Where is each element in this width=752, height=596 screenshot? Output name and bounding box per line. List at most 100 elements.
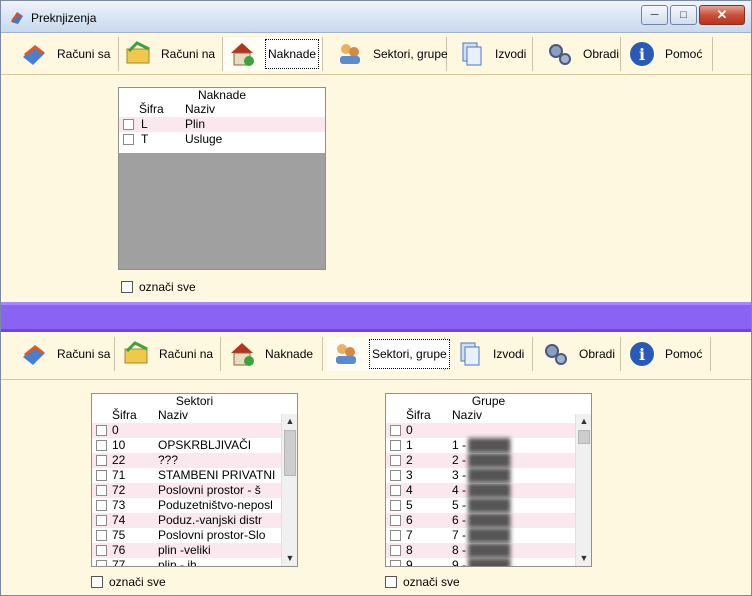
table-row[interactable]: 75 Poslovni prostor-Slo xyxy=(92,528,297,543)
toolbar-top-izvodi[interactable]: Izvodi xyxy=(453,37,533,71)
row-checkbox[interactable] xyxy=(96,560,107,566)
row-checkbox[interactable] xyxy=(390,530,401,541)
toolbar-bottom-obradi[interactable]: Obradi xyxy=(537,337,621,371)
select-all-checkbox[interactable] xyxy=(91,576,103,588)
row-checkbox[interactable] xyxy=(390,470,401,481)
title-bar[interactable]: Preknjizenja ─ □ ✕ xyxy=(1,1,751,33)
table-row[interactable]: 88 - █████ xyxy=(386,543,591,558)
row-checkbox[interactable] xyxy=(390,515,401,526)
table-row[interactable]: 22??? xyxy=(92,453,297,468)
cell-sifra: 2 xyxy=(406,453,413,467)
table-row[interactable]: 10 OPSKRBLJIVAČI xyxy=(92,438,297,453)
naknade-grid[interactable]: Naknade Šifra Naziv L Plin T Usluge xyxy=(118,87,326,270)
svg-text:i: i xyxy=(639,345,645,364)
table-row[interactable]: 71 STAMBENI PRIVATNI xyxy=(92,468,297,483)
row-checkbox[interactable] xyxy=(96,500,107,511)
select-all-checkbox[interactable] xyxy=(121,281,133,293)
house-fees-icon xyxy=(231,343,254,366)
redacted-text: █████ xyxy=(468,558,511,567)
cell-naziv: Poduz.-vanjski distr xyxy=(158,513,263,527)
cell-sifra: 3 xyxy=(406,468,413,482)
naknade-select-all[interactable]: označi sve xyxy=(121,280,196,294)
scroll-down-icon[interactable]: ▼ xyxy=(576,551,591,566)
row-checkbox[interactable] xyxy=(123,134,134,145)
toolbar-label: Sektori, grupe xyxy=(369,339,450,369)
table-row[interactable]: 72 Poslovni prostor - š xyxy=(92,483,297,498)
scroll-up-icon[interactable]: ▲ xyxy=(282,414,297,429)
toolbar-bottom-naknade[interactable]: Naknade xyxy=(223,337,323,371)
row-checkbox[interactable] xyxy=(96,485,107,496)
table-row[interactable]: 11 - █████ xyxy=(386,438,591,453)
table-row[interactable]: 44 - █████ xyxy=(386,483,591,498)
table-row[interactable]: 22 - █████ xyxy=(386,453,591,468)
row-checkbox[interactable] xyxy=(96,545,107,556)
table-row[interactable]: T Usluge xyxy=(119,132,325,147)
table-row[interactable]: 74 Poduz.-vanjski distr xyxy=(92,513,297,528)
maximize-button[interactable]: □ xyxy=(670,5,697,25)
scroll-thumb[interactable] xyxy=(284,430,296,476)
row-checkbox[interactable] xyxy=(123,119,134,130)
table-row[interactable]: 76 plin -veliki xyxy=(92,543,297,558)
grupe-grid[interactable]: Grupe Šifra Naziv 011 - █████ 2 2 - █████ 3 3 … xyxy=(385,393,592,567)
cell-sifra: 5 xyxy=(406,498,413,512)
toolbar-top-obradi[interactable]: Obradi xyxy=(541,37,621,71)
grupe-select-all[interactable]: označi sve xyxy=(385,575,460,589)
cell-sifra: 7 xyxy=(406,528,413,542)
row-checkbox[interactable] xyxy=(96,440,107,451)
select-all-checkbox[interactable] xyxy=(385,576,397,588)
scroll-down-icon[interactable]: ▼ xyxy=(282,551,297,566)
row-checkbox[interactable] xyxy=(96,470,107,481)
table-row[interactable]: 33 - █████ xyxy=(386,468,591,483)
table-row[interactable]: 55 - █████ xyxy=(386,498,591,513)
vertical-scrollbar[interactable]: ▲ ▼ xyxy=(575,414,591,566)
table-row[interactable]: 0 xyxy=(92,423,297,438)
row-checkbox[interactable] xyxy=(390,500,401,511)
redacted-text: █████ xyxy=(468,483,511,497)
cell-naziv: Poslovni prostor - š xyxy=(158,483,261,497)
table-row[interactable]: 99 - █████ xyxy=(386,558,591,567)
table-row[interactable]: 73 Poduzetništvo-neposl xyxy=(92,498,297,513)
table-row[interactable]: 66 - █████ xyxy=(386,513,591,528)
row-checkbox[interactable] xyxy=(96,515,107,526)
minimize-button[interactable]: ─ xyxy=(641,5,668,25)
table-row[interactable]: 0 xyxy=(386,423,591,438)
toolbar-top-sektori-grupe[interactable]: Sektori, grupe xyxy=(331,37,448,71)
row-checkbox[interactable] xyxy=(390,425,401,436)
toolbar-label: Obradi xyxy=(583,47,620,61)
row-checkbox[interactable] xyxy=(390,545,401,556)
sektori-select-all[interactable]: označi sve xyxy=(91,575,166,589)
toolbar-top-pomoc[interactable]: i Pomoć xyxy=(623,37,713,71)
toolbar-top-racuni-na[interactable]: Računi na xyxy=(119,37,223,71)
toolbar-top-naknade[interactable]: Naknade xyxy=(223,37,323,71)
toolbar-bottom-racuni-na[interactable]: Računi na xyxy=(117,337,221,371)
cell-naziv: plin -veliki xyxy=(158,543,211,557)
toolbar-bottom-sektori-grupe[interactable]: Sektori, grupe xyxy=(327,337,450,371)
cell-sifra: 0 xyxy=(406,423,413,437)
row-checkbox[interactable] xyxy=(96,425,107,436)
cell-sifra: 0 xyxy=(112,423,119,437)
receive-bills-icon xyxy=(126,41,150,64)
close-icon: ✕ xyxy=(716,7,728,22)
scroll-thumb[interactable] xyxy=(578,430,590,444)
toolbar-bottom-izvodi[interactable]: Izvodi xyxy=(451,337,533,371)
row-checkbox[interactable] xyxy=(390,440,401,451)
row-checkbox[interactable] xyxy=(390,455,401,466)
toolbar-bottom-pomoc[interactable]: i Pomoć xyxy=(623,337,711,371)
toolbar-top-racuni-sa[interactable]: Računi sa xyxy=(15,37,119,71)
cell-naziv: Poduzetništvo-neposl xyxy=(158,498,273,512)
table-row[interactable]: 77 - █████ xyxy=(386,528,591,543)
table-row[interactable]: L Plin xyxy=(119,117,325,132)
row-checkbox[interactable] xyxy=(96,530,107,541)
cell-sifra: 10 xyxy=(112,438,126,452)
scroll-up-icon[interactable]: ▲ xyxy=(576,414,591,429)
column-header-sifra: Šifra xyxy=(406,408,431,422)
vertical-scrollbar[interactable]: ▲ ▼ xyxy=(281,414,297,566)
close-button[interactable]: ✕ xyxy=(699,5,745,25)
row-checkbox[interactable] xyxy=(96,455,107,466)
grid-caption: Naknade xyxy=(197,88,247,102)
toolbar-bottom-racuni-sa[interactable]: Računi sa xyxy=(15,337,115,371)
row-checkbox[interactable] xyxy=(390,560,401,566)
sektori-grid[interactable]: Sektori Šifra Naziv 0 10 OPSKRBLJIVAČI 22??… xyxy=(91,393,298,567)
table-row[interactable]: 77 plin - ih.. xyxy=(92,558,297,566)
row-checkbox[interactable] xyxy=(390,485,401,496)
